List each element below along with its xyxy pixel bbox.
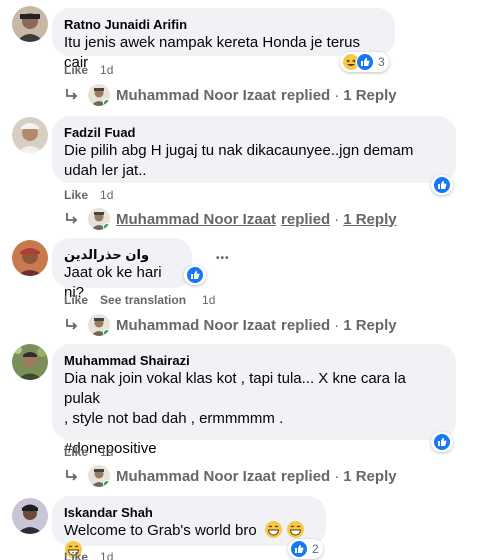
- reaction-count: 2: [312, 542, 319, 556]
- comment-author[interactable]: Muhammad Shairazi: [64, 352, 444, 369]
- comment-bubble: وان حذرالدين Jaat ok ke hari ni?: [52, 238, 192, 301]
- comment-text: Dia nak join vokal klas kot , tapi tula.…: [64, 370, 406, 407]
- online-indicator: [103, 223, 110, 230]
- comment-actions: Like 1d: [64, 550, 113, 560]
- reply-verb: replied: [281, 316, 331, 334]
- comment-author[interactable]: Fadzil Fuad: [64, 124, 444, 141]
- comment-author[interactable]: Ratno Junaidi Arifin: [64, 16, 383, 33]
- avatar[interactable]: [12, 498, 48, 534]
- comment-timestamp[interactable]: 1d: [202, 293, 215, 307]
- replier-avatar: [88, 84, 110, 106]
- reply-count: 1 Reply: [343, 316, 397, 334]
- like-icon: [356, 53, 374, 71]
- reply-count: 1 Reply: [343, 210, 397, 228]
- reply-arrow-icon: [66, 213, 78, 224]
- avatar[interactable]: [12, 344, 48, 380]
- comment-timestamp[interactable]: 1d: [100, 63, 113, 77]
- reply-arrow-icon: [66, 89, 78, 100]
- reaction-summary[interactable]: [431, 432, 453, 452]
- like-button[interactable]: Like: [64, 445, 88, 459]
- comment-bubble: Fadzil Fuad Die pilih abg H jugaj tu nak…: [52, 116, 456, 183]
- comment-author[interactable]: Iskandar Shah: [64, 504, 314, 521]
- comment-timestamp[interactable]: 1d: [100, 188, 113, 202]
- more-options-icon[interactable]: •••: [216, 253, 230, 264]
- online-indicator: [103, 99, 110, 106]
- comment-actions: Like 1d: [64, 63, 113, 77]
- reaction-count: 3: [378, 55, 385, 69]
- reply-verb: replied: [281, 210, 331, 228]
- comment-text-continued: , style not bad dah , ermmmmm .: [64, 410, 284, 427]
- comment-text: Die pilih abg H jugaj tu nak dikacaunyee…: [64, 142, 414, 159]
- reply-arrow-icon: [66, 470, 78, 481]
- avatar[interactable]: [12, 6, 48, 42]
- avatar[interactable]: [12, 117, 48, 153]
- comment-timestamp[interactable]: 1d: [100, 550, 113, 560]
- view-replies[interactable]: Muhammad Noor Izaat replied · 1 Reply: [64, 312, 397, 338]
- replier-name: Muhammad Noor Izaat: [116, 86, 277, 104]
- online-indicator: [103, 480, 110, 487]
- separator-dot: ·: [334, 467, 340, 485]
- replier-avatar: [88, 465, 110, 487]
- reply-verb: replied: [281, 86, 331, 104]
- comment-author[interactable]: وان حذرالدين: [64, 246, 180, 263]
- comment-actions: Like 1d: [64, 188, 113, 202]
- like-button[interactable]: Like: [64, 293, 88, 307]
- view-replies[interactable]: Muhammad Noor Izaat replied · 1 Reply: [64, 206, 397, 232]
- separator-dot: ·: [334, 316, 340, 334]
- comment-text-body: Welcome to Grab's world bro: [64, 522, 257, 539]
- reply-count: 1 Reply: [343, 86, 397, 104]
- like-button[interactable]: Like: [64, 188, 88, 202]
- grinning-emoji-icon: [287, 521, 304, 538]
- reaction-summary[interactable]: [184, 265, 206, 285]
- like-icon: [433, 176, 451, 194]
- reaction-summary[interactable]: 2: [288, 539, 323, 559]
- reply-arrow-icon: [66, 319, 78, 330]
- avatar[interactable]: [12, 240, 48, 276]
- like-button[interactable]: Like: [64, 550, 88, 560]
- like-icon: [433, 433, 451, 451]
- grinning-emoji-icon: [264, 521, 282, 538]
- separator-dot: ·: [334, 86, 340, 104]
- replier-avatar: [88, 314, 110, 336]
- comment-actions: Like 1d: [64, 445, 113, 459]
- comment-timestamp[interactable]: 1d: [100, 445, 113, 459]
- comment-bubble: Iskandar Shah Welcome to Grab's world br…: [52, 496, 326, 558]
- see-translation-link[interactable]: See translation: [100, 293, 186, 307]
- like-icon: [290, 540, 308, 558]
- like-icon: [186, 266, 204, 284]
- comment-actions: Like See translation 1d: [64, 293, 215, 307]
- reply-verb: replied: [281, 467, 331, 485]
- reaction-summary[interactable]: 3: [340, 52, 389, 72]
- like-button[interactable]: Like: [64, 63, 88, 77]
- replier-name: Muhammad Noor Izaat: [116, 467, 277, 485]
- reaction-summary[interactable]: [431, 175, 453, 195]
- replier-avatar: [88, 208, 110, 230]
- comment-bubble: Muhammad Shairazi Dia nak join vokal kla…: [52, 344, 456, 457]
- replier-name: Muhammad Noor Izaat: [116, 210, 277, 228]
- view-replies[interactable]: Muhammad Noor Izaat replied · 1 Reply: [64, 463, 397, 489]
- reply-count: 1 Reply: [343, 467, 397, 485]
- comment-bubble: Ratno Junaidi Arifin Itu jenis awek namp…: [52, 8, 395, 71]
- online-indicator: [103, 329, 110, 336]
- view-replies[interactable]: Muhammad Noor Izaat replied · 1 Reply: [64, 82, 397, 108]
- comment-text-continued: udah ler jat..: [64, 162, 147, 179]
- replier-name: Muhammad Noor Izaat: [116, 316, 277, 334]
- hashtag[interactable]: #donepositive: [64, 439, 444, 459]
- separator-dot: ·: [334, 210, 340, 228]
